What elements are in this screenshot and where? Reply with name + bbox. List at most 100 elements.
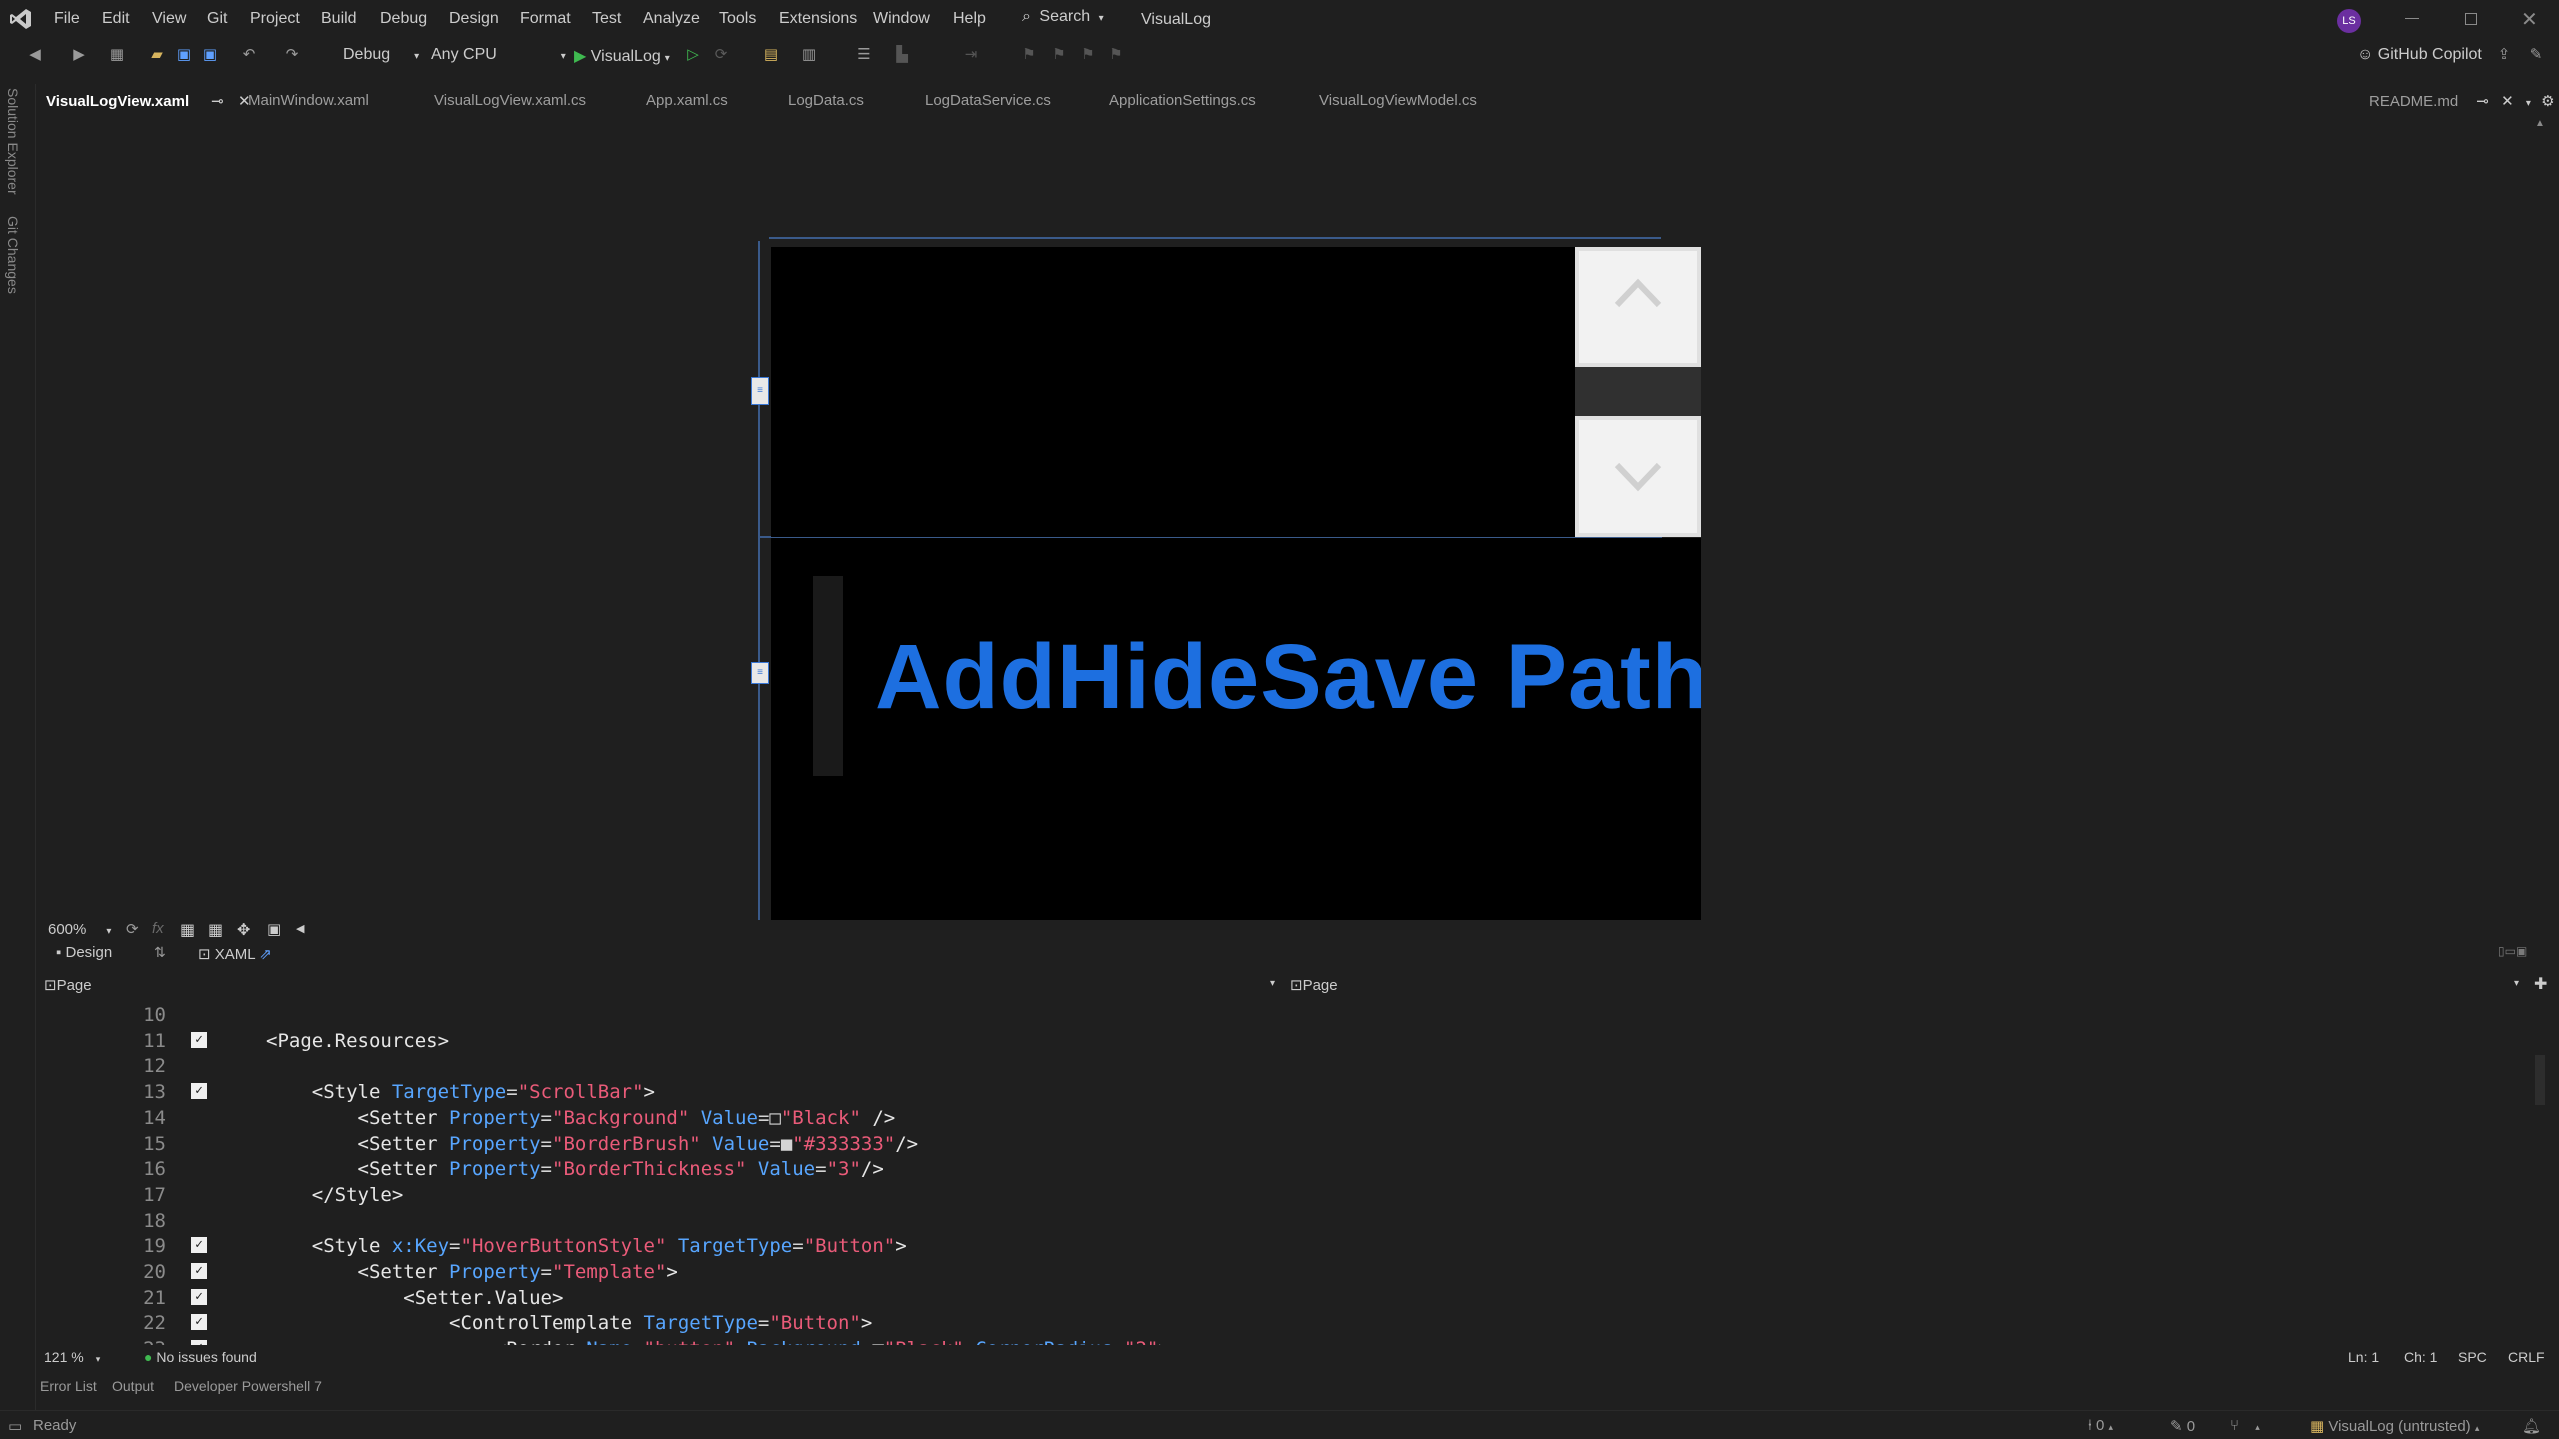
menu-project[interactable]: Project <box>250 10 300 28</box>
menu-file[interactable]: File <box>54 10 80 28</box>
tab-app-xaml-cs[interactable]: App.xaml.cs <box>646 92 728 109</box>
fold-toggle-icon[interactable]: ✓ <box>191 1288 207 1305</box>
commits-indicator[interactable]: ⍿ 0 ▴ <box>2088 1417 2113 1434</box>
column-indicator[interactable]: Ch: 1 <box>2404 1349 2437 1365</box>
tab-logdataservice-cs[interactable]: LogDataService.cs <box>925 92 1051 109</box>
editor-horizontal-scrollbar[interactable] <box>360 1351 2310 1361</box>
editor-zoom[interactable]: 121 % ▾ <box>44 1349 100 1365</box>
bookmark-prev-icon[interactable]: ⚑ <box>1050 46 1068 64</box>
menu-git[interactable]: Git <box>207 10 227 28</box>
fold-toggle-icon[interactable]: ✓ <box>191 1314 207 1331</box>
menu-format[interactable]: Format <box>520 10 571 28</box>
avatar[interactable]: LS <box>2337 9 2361 33</box>
chevron-down-icon[interactable]: ▾ <box>2514 978 2519 989</box>
split-add-icon[interactable]: ✚ <box>2534 974 2547 994</box>
menu-help[interactable]: Help <box>953 10 986 28</box>
zoom-dropdown[interactable]: 600% ▾ <box>48 921 111 938</box>
changes-indicator[interactable]: ✎ 0 <box>2170 1417 2195 1435</box>
fold-toggle-icon[interactable]: ✓ <box>191 1263 207 1279</box>
menu-debug[interactable]: Debug <box>380 10 427 28</box>
branch-indicator[interactable]: ⑂ ▴ <box>2230 1417 2260 1434</box>
start-debug-button[interactable]: ▶ VisualLog ▾ <box>574 46 670 66</box>
menu-design[interactable]: Design <box>449 10 499 28</box>
code-line[interactable]: 18 <box>40 1208 2520 1234</box>
snap-lines-icon[interactable]: ✥ <box>237 920 250 940</box>
breadcrumb[interactable]: ⊡Page <box>44 976 92 994</box>
fold-toggle-icon[interactable]: ✓ <box>191 1031 207 1048</box>
code-line[interactable]: 15 <Setter Property="BorderBrush" Value=… <box>40 1131 2520 1157</box>
menu-test[interactable]: Test <box>592 10 621 28</box>
code-line[interactable]: 12 <box>40 1053 2520 1079</box>
menu-view[interactable]: View <box>152 10 186 28</box>
code-line[interactable]: 23✓ <Border Name="button" Background=□"B… <box>40 1336 2520 1345</box>
tasklist-icon[interactable]: ☰ <box>855 46 873 64</box>
layout-icon[interactable]: ▥ <box>800 46 818 64</box>
code-line[interactable]: 21 ✓ <Setter.Value> <box>40 1285 2520 1311</box>
repository-indicator[interactable]: ▦ VisualLog (untrusted) ▴ <box>2310 1417 2479 1435</box>
tab-visuallogviewmodel-cs[interactable]: VisualLogViewModel.cs <box>1319 92 1477 109</box>
back-icon[interactable]: ◀ <box>26 46 44 64</box>
scroll-up-arrow-icon[interactable]: ▲ <box>2535 118 2545 129</box>
restore-icon[interactable] <box>2465 13 2477 25</box>
effects-icon[interactable]: fx <box>152 920 164 937</box>
close-icon[interactable]: ✕ <box>2501 93 2514 110</box>
code-line[interactable]: 17 </Style> <box>40 1182 2520 1208</box>
split-layout-icons[interactable]: ▯▭▣ <box>2498 944 2527 958</box>
code-line[interactable]: 10 <box>40 1002 2520 1028</box>
notifications-bell-icon[interactable]: 🔔︎ <box>2522 1417 2541 1435</box>
fold-toggle-icon[interactable]: ✓ <box>191 1237 207 1254</box>
device-icon[interactable]: ▣ <box>267 920 281 938</box>
bookmark-next-icon[interactable]: ⚑ <box>1079 46 1097 64</box>
scroll-panel[interactable] <box>771 247 1575 537</box>
close-window-icon[interactable]: ✕ <box>2521 7 2538 32</box>
git-changes-tab[interactable]: Git Changes <box>5 216 21 294</box>
start-without-debug-icon[interactable]: ▷ <box>684 46 702 64</box>
output-icon[interactable]: ▭ <box>8 1417 22 1435</box>
save-all-icon[interactable]: ▣ <box>201 46 219 64</box>
popout-icon[interactable]: ⇗ <box>259 946 272 963</box>
browse-icon[interactable]: ▤ <box>762 46 780 64</box>
tab-xaml[interactable]: ⊡ XAML ⇗ <box>198 945 272 963</box>
tab-visuallogview-xaml-cs[interactable]: VisualLogView.xaml.cs <box>434 92 586 109</box>
redo-icon[interactable]: ↷ <box>283 46 301 64</box>
issues-indicator[interactable]: ● No issues found <box>144 1349 257 1365</box>
solution-explorer-tab[interactable]: Solution Explorer <box>5 88 21 195</box>
breadcrumb-right[interactable]: ⊡Page <box>1290 976 1338 994</box>
collapse-left-icon[interactable]: ◀ <box>296 922 304 935</box>
line-indicator[interactable]: Ln: 1 <box>2348 1349 2379 1365</box>
pin-icon[interactable]: ⊸ <box>2476 93 2489 110</box>
button-panel[interactable]: AddHideSave Path <box>771 538 1701 931</box>
menu-edit[interactable]: Edit <box>102 10 130 28</box>
tab-readme-md[interactable]: README.md ⊸ ✕ ▾ ⚙ <box>2369 92 2555 110</box>
menu-extensions[interactable]: Extensions <box>779 10 857 28</box>
code-line[interactable]: 22 ✓ <ControlTemplate TargetType="Button"… <box>40 1310 2520 1336</box>
code-line[interactable]: 14 <Setter Property="Background" Value=□… <box>40 1105 2520 1131</box>
designer-vertical-scrollbar[interactable]: ▲ <box>2535 118 2545 918</box>
open-folder-icon[interactable]: ▰ <box>148 46 166 64</box>
scrollbar-thumb[interactable] <box>2535 1055 2545 1105</box>
tab-applicationsettings-cs[interactable]: ApplicationSettings.cs <box>1109 92 1256 109</box>
xaml-code-editor[interactable]: 10 11 ✓ <Page.Resources> 12 13 ✓ <Style Target… <box>40 1000 2530 1345</box>
refresh-icon[interactable]: ⟳ <box>126 920 139 938</box>
line-ending-indicator[interactable]: CRLF <box>2508 1349 2545 1365</box>
menu-tools[interactable]: Tools <box>719 10 756 28</box>
minimize-icon[interactable] <box>2405 18 2419 19</box>
vs-logo-icon[interactable] <box>10 8 32 30</box>
forward-icon[interactable]: ▶ <box>70 46 88 64</box>
chevron-down-icon[interactable]: ▾ <box>1270 978 1275 989</box>
configuration-dropdown[interactable]: Debug ▾ <box>343 46 419 64</box>
code-line[interactable]: 11 ✓ <Page.Resources> <box>40 1028 2520 1054</box>
tab-visuallogview-xaml[interactable]: VisualLogView.xaml ⊸ ✕ <box>46 92 251 110</box>
tab-error-list[interactable]: Error List <box>40 1378 97 1394</box>
gear-icon[interactable]: ⚙ <box>2541 93 2554 110</box>
search-box[interactable]: ⌕ Search ▾ <box>1022 8 1104 30</box>
menu-analyze[interactable]: Analyze <box>643 10 700 28</box>
menu-window[interactable]: Window <box>873 10 930 28</box>
tab-output[interactable]: Output <box>112 1378 154 1394</box>
code-line[interactable]: 13 ✓ <Style TargetType="ScrollBar"> <box>40 1079 2520 1105</box>
new-project-icon[interactable]: ▦ <box>108 46 126 64</box>
feedback-icon[interactable]: ✎ <box>2527 46 2545 64</box>
bookmark-clear-icon[interactable]: ⚑ <box>1107 46 1125 64</box>
code-line[interactable]: 19 ✓ <Style x:Key="HoverButtonStyle" Targ… <box>40 1233 2520 1259</box>
copilot-button[interactable]: ☺ GitHub Copilot <box>2357 46 2482 64</box>
